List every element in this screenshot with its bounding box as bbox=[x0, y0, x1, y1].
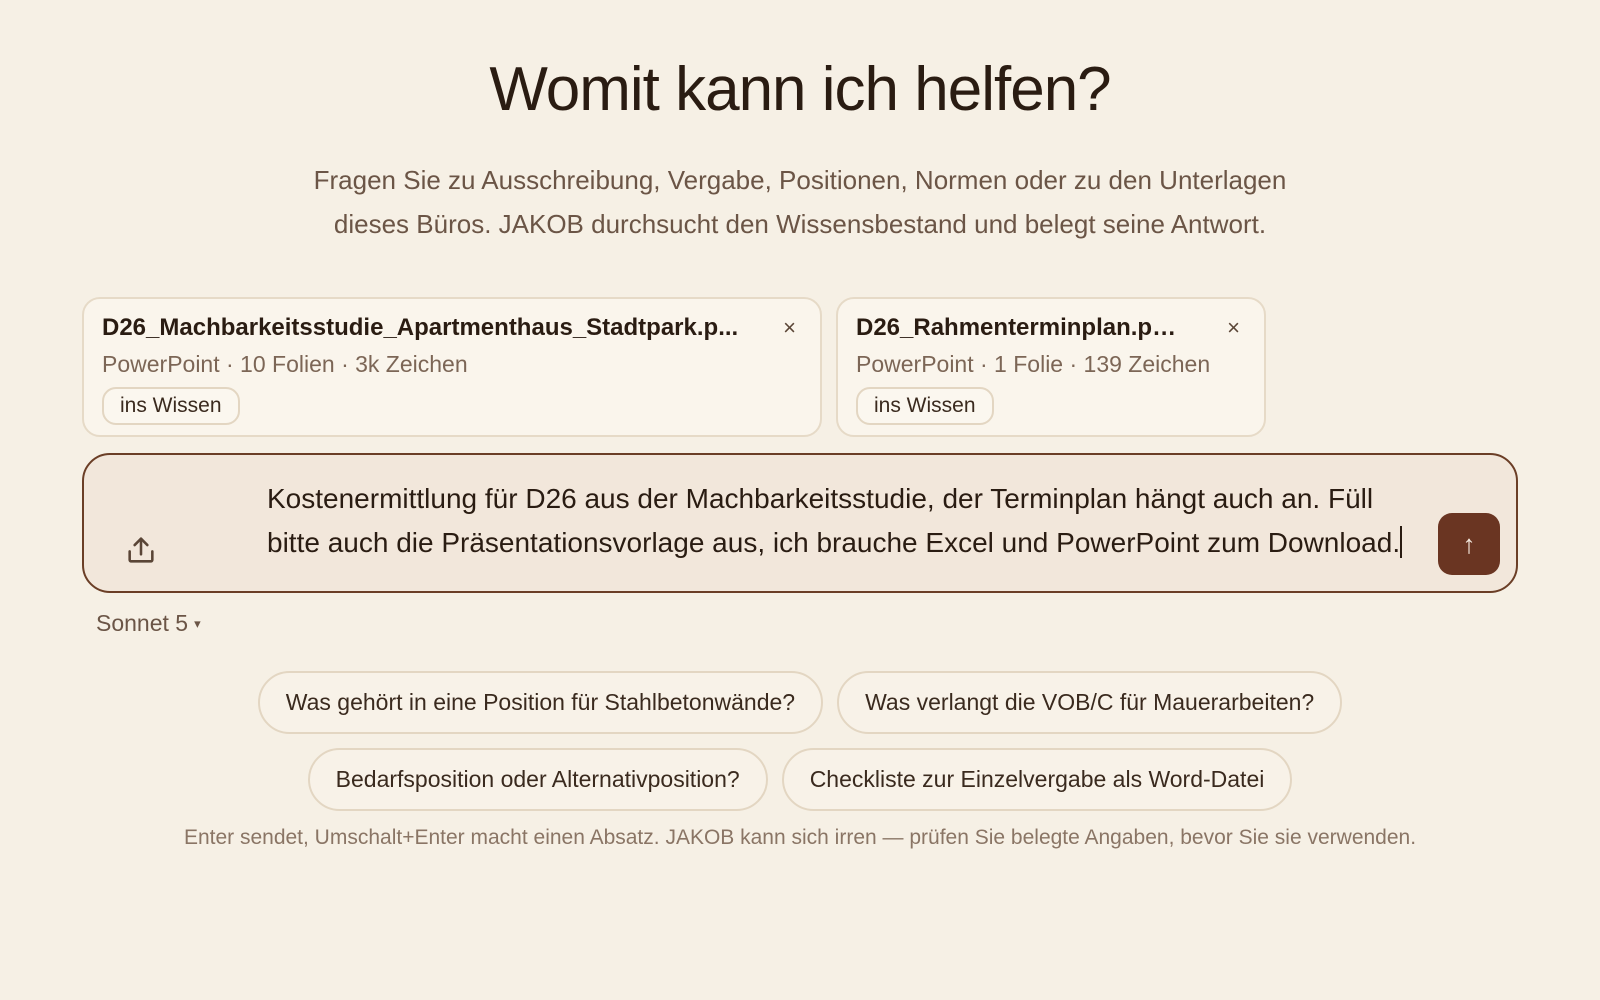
attachment-name: D26_Machbarkeitsstudie_Apartmenthaus_Sta… bbox=[102, 314, 739, 341]
attachment-meta: PowerPoint · 1 Folie · 139 Zeichen bbox=[856, 351, 1211, 377]
subtitle-line-1: Fragen Sie zu Ausschreibung, Vergabe, Po… bbox=[313, 165, 1287, 195]
remove-attachment-button[interactable]: × bbox=[783, 313, 796, 343]
add-to-knowledge-button[interactable]: ins Wissen bbox=[102, 387, 240, 425]
suggestion-chip[interactable]: Checkliste zur Einzelvergabe als Word-Da… bbox=[781, 748, 1293, 811]
message-composer[interactable]: Kostenermittlung für D26 aus der Machbar… bbox=[82, 453, 1518, 593]
send-button[interactable]: ↑ bbox=[1438, 513, 1500, 575]
subtitle-line-2: dieses Büros. JAKOB durchsucht den Wisse… bbox=[333, 209, 1267, 239]
suggestion-row: Was gehört in eine Position für Stahlbet… bbox=[0, 671, 1600, 734]
upload-button[interactable] bbox=[124, 533, 158, 567]
model-selector[interactable]: Sonnet 5 ▾ bbox=[96, 610, 201, 637]
suggestion-chip[interactable]: Was gehört in eine Position für Stahlbet… bbox=[257, 671, 824, 734]
suggestion-row: Bedarfsposition oder Alternativposition?… bbox=[0, 748, 1600, 811]
message-input-line-2: bitte auch die Präsentationsvorlage aus,… bbox=[267, 521, 1477, 565]
attachment-card[interactable]: D26_Rahmenterminplan.pptx × PowerPoint ·… bbox=[836, 297, 1266, 437]
page-title: Womit kann ich helfen? bbox=[489, 55, 1111, 124]
attachment-list: D26_Machbarkeitsstudie_Apartmenthaus_Sta… bbox=[82, 297, 1266, 437]
page: Womit kann ich helfen? Fragen Sie zu Aus… bbox=[0, 0, 1600, 1000]
attachment-name: D26_Rahmenterminplan.pptx bbox=[856, 314, 1186, 341]
chevron-down-icon: ▾ bbox=[194, 616, 201, 631]
remove-attachment-button[interactable]: × bbox=[1227, 313, 1240, 343]
add-to-knowledge-button[interactable]: ins Wissen bbox=[856, 387, 994, 425]
text-caret bbox=[1400, 526, 1403, 558]
attachment-meta: PowerPoint · 10 Folien · 3k Zeichen bbox=[102, 351, 468, 377]
upload-icon bbox=[128, 537, 154, 563]
page-subtitle: Fragen Sie zu Ausschreibung, Vergabe, Po… bbox=[200, 158, 1400, 246]
model-selector-label: Sonnet 5 bbox=[96, 610, 189, 636]
message-input-line-1: Kostenermittlung für D26 aus der Machbar… bbox=[267, 483, 1374, 514]
attachment-card[interactable]: D26_Machbarkeitsstudie_Apartmenthaus_Sta… bbox=[82, 297, 822, 437]
message-input[interactable]: Kostenermittlung für D26 aus der Machbar… bbox=[267, 477, 1477, 565]
message-input-line-2-text: bitte auch die Präsentationsvorlage aus,… bbox=[267, 527, 1401, 558]
composer-hint: Enter sendet, Umschalt+Enter macht einen… bbox=[183, 826, 1417, 849]
suggestion-chip[interactable]: Was verlangt die VOB/C für Mauerarbeiten… bbox=[837, 671, 1343, 734]
suggestion-chip[interactable]: Bedarfsposition oder Alternativposition? bbox=[307, 748, 768, 811]
